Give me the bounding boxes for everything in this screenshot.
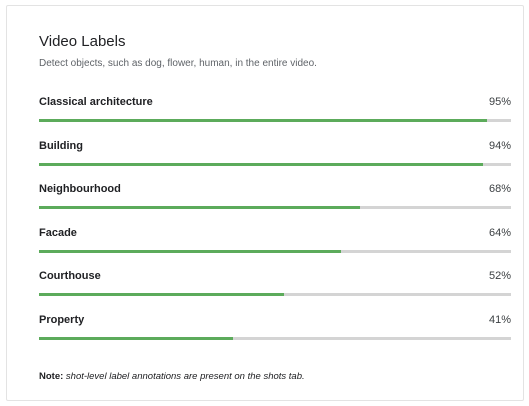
- confidence-bar-fill: [39, 162, 483, 166]
- confidence-bar-fill: [39, 336, 233, 340]
- labels-list: Classical architecture 95% Building 94% Neig…: [39, 96, 511, 357]
- confidence-bar-fill: [39, 119, 488, 122]
- confidence-bar-fill: [39, 206, 360, 209]
- confidence-bar-fill: [39, 293, 285, 296]
- confidence-bar-track: [39, 249, 511, 253]
- label-name: Facade: [39, 226, 77, 239]
- label-name: Courthouse: [39, 270, 101, 282]
- note-text: shot-level label annotations are present…: [65, 371, 305, 382]
- label-row: Courthouse 52%: [39, 270, 511, 314]
- panel-subtitle: Detect objects, such as dog, flower, hum…: [39, 58, 317, 69]
- video-labels-card: Video Labels Detect objects, such as dog…: [6, 5, 524, 401]
- confidence-bar-track: [39, 206, 511, 209]
- label-row: Facade 64%: [39, 227, 511, 271]
- label-row: Neighbourhood 68%: [39, 183, 511, 227]
- label-row: Classical architecture 95%: [39, 96, 511, 140]
- confidence-bar-track: [39, 336, 511, 340]
- label-name: Building: [39, 139, 83, 152]
- note-prefix: Note:: [39, 371, 64, 382]
- label-percent: 41%: [488, 313, 511, 326]
- confidence-bar-fill: [39, 249, 342, 253]
- panel-title: Video Labels: [39, 33, 126, 50]
- label-name: Neighbourhood: [39, 183, 121, 195]
- label-percent: 94%: [488, 139, 511, 152]
- label-percent: 95%: [488, 96, 511, 108]
- label-row: Building 94%: [39, 140, 511, 184]
- label-name: Property: [39, 313, 85, 326]
- note: Note: shot-level label annotations are p…: [39, 371, 305, 382]
- label-row: Property 41%: [39, 314, 511, 358]
- label-name: Classical architecture: [39, 96, 153, 108]
- label-percent: 68%: [488, 183, 511, 195]
- confidence-bar-track: [39, 162, 511, 166]
- confidence-bar-track: [39, 119, 511, 122]
- label-percent: 64%: [488, 226, 511, 239]
- confidence-bar-track: [39, 293, 511, 296]
- label-percent: 52%: [488, 270, 511, 282]
